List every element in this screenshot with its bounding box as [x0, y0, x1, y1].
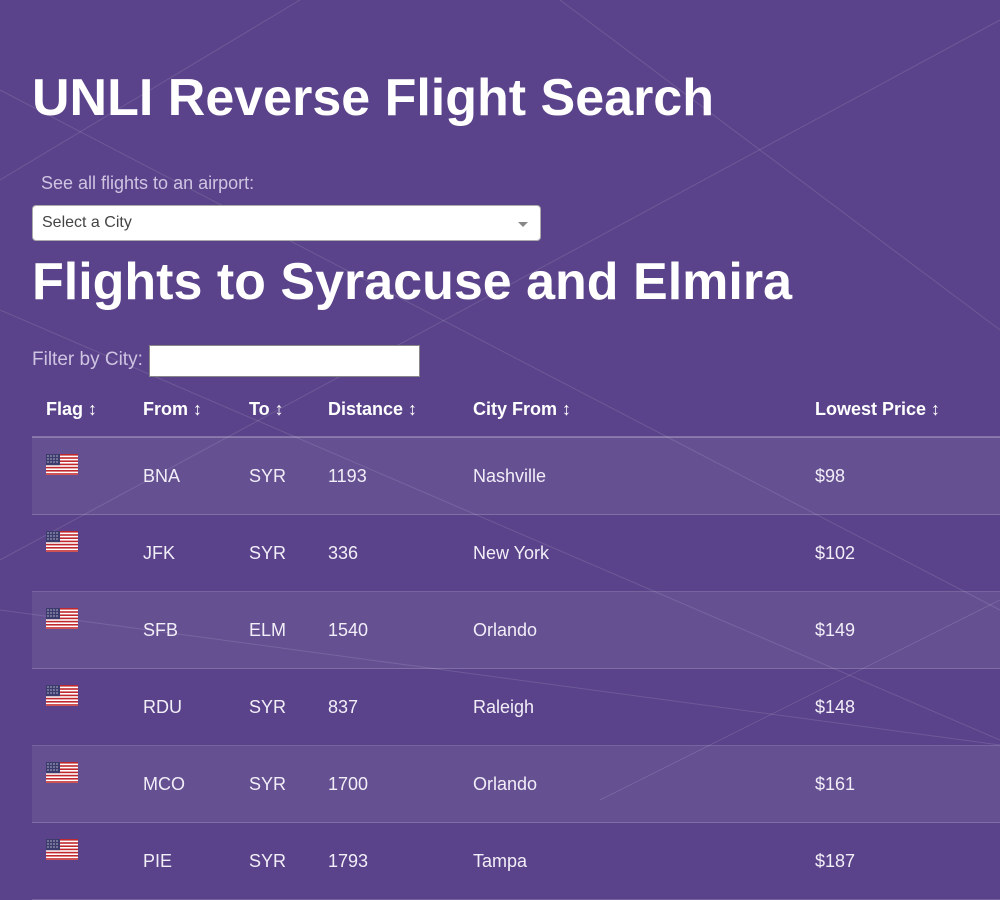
column-header-distance[interactable]: Distance ↕ — [314, 382, 459, 438]
cell-distance: 837 — [314, 668, 459, 746]
column-header-city-from[interactable]: City From ↕ — [459, 382, 801, 438]
table-row: MCO SYR 1700 Orlando $161 — [32, 745, 1000, 823]
city-select-dropdown[interactable]: Select a City — [32, 205, 541, 241]
cell-city-from: Nashville — [459, 437, 801, 515]
table-row: JFK SYR 336 New York $102 — [32, 514, 1000, 592]
us-flag-icon — [46, 531, 129, 552]
us-flag-icon — [46, 762, 129, 783]
column-header-lowest-price[interactable]: Lowest Price ↕ — [801, 382, 1000, 438]
chevron-down-icon — [518, 222, 528, 227]
us-flag-icon — [46, 454, 129, 475]
cell-city-from: Tampa — [459, 822, 801, 900]
cell-from: MCO — [129, 745, 235, 823]
cell-lowest-price: $98 — [801, 437, 1000, 515]
cell-city-from: Orlando — [459, 591, 801, 669]
cell-to: SYR — [235, 822, 314, 900]
cell-distance: 1540 — [314, 591, 459, 669]
cell-from: PIE — [129, 822, 235, 900]
cell-distance: 1700 — [314, 745, 459, 823]
column-header-flag[interactable]: Flag ↕ — [32, 382, 129, 438]
cell-to: SYR — [235, 668, 314, 746]
cell-to: SYR — [235, 514, 314, 592]
table-row: PIE SYR 1793 Tampa $187 — [32, 822, 1000, 900]
cell-to: SYR — [235, 745, 314, 823]
cell-distance: 336 — [314, 514, 459, 592]
cell-to: ELM — [235, 591, 314, 669]
us-flag-icon — [46, 685, 129, 706]
cell-city-from: Raleigh — [459, 668, 801, 746]
cell-city-from: Orlando — [459, 745, 801, 823]
city-select-value: Select a City — [42, 214, 132, 231]
cell-city-from: New York — [459, 514, 801, 592]
cell-from: RDU — [129, 668, 235, 746]
flag-cell — [32, 822, 129, 900]
cell-distance: 1793 — [314, 822, 459, 900]
table-row: RDU SYR 837 Raleigh $148 — [32, 668, 1000, 746]
cell-lowest-price: $102 — [801, 514, 1000, 592]
cell-distance: 1193 — [314, 437, 459, 515]
filter-city-input[interactable] — [149, 345, 420, 377]
table-header-row: Flag ↕ From ↕ To ↕ Distance ↕ City From … — [32, 382, 1000, 438]
column-header-from[interactable]: From ↕ — [129, 382, 235, 438]
flag-cell — [32, 514, 129, 592]
flights-table: Flag ↕ From ↕ To ↕ Distance ↕ City From … — [32, 382, 1000, 900]
cell-from: JFK — [129, 514, 235, 592]
us-flag-icon — [46, 608, 129, 629]
airport-select-label: See all flights to an airport: — [41, 173, 255, 193]
cell-lowest-price: $161 — [801, 745, 1000, 823]
flag-cell — [32, 745, 129, 823]
cell-from: SFB — [129, 591, 235, 669]
cell-from: BNA — [129, 437, 235, 515]
flag-cell — [32, 591, 129, 669]
filter-label: Filter by City: — [32, 349, 143, 370]
table-row: SFB ELM 1540 Orlando $149 — [32, 591, 1000, 669]
column-header-to[interactable]: To ↕ — [235, 382, 314, 438]
flag-cell — [32, 668, 129, 746]
table-row: BNA SYR 1193 Nashville $98 — [32, 437, 1000, 515]
cell-lowest-price: $149 — [801, 591, 1000, 669]
cell-to: SYR — [235, 437, 314, 515]
section-title: Flights to Syracuse and Elmira — [32, 253, 792, 311]
cell-lowest-price: $148 — [801, 668, 1000, 746]
flag-cell — [32, 437, 129, 515]
cell-lowest-price: $187 — [801, 822, 1000, 900]
us-flag-icon — [46, 839, 129, 860]
page-title: UNLI Reverse Flight Search — [32, 69, 714, 127]
